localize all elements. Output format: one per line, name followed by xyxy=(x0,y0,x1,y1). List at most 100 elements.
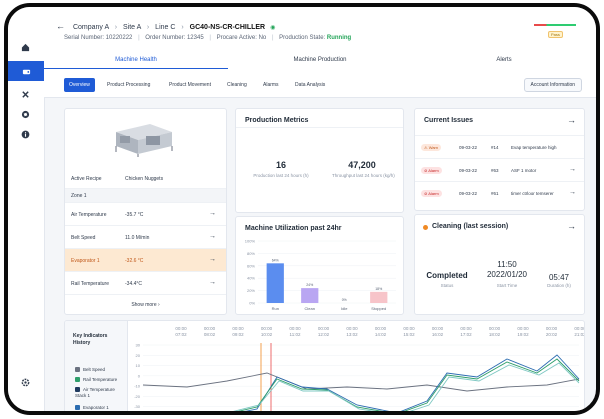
sensor-row[interactable]: Belt Speed 11.0 M/min → xyxy=(65,225,226,249)
sensor-label: Evaporator 1 xyxy=(71,258,100,264)
home-icon[interactable] xyxy=(18,40,32,54)
timestamp-label: 00:00 20:02 xyxy=(545,326,558,337)
back-arrow-icon[interactable]: ← xyxy=(56,21,65,31)
history-legend-panel: Key Indicators History Belt Speed Rail T… xyxy=(65,321,128,411)
breadcrumb-site[interactable]: Site A xyxy=(123,24,141,31)
production-hours-value: 16 xyxy=(275,160,286,170)
issue-row[interactable]: ⊘ Alarm 09-03-22 #61 timer ctrloor temse… xyxy=(415,181,584,205)
account-information-button[interactable]: Account Information xyxy=(523,78,582,92)
legend-swatch xyxy=(75,405,80,411)
breadcrumb-company[interactable]: Company A xyxy=(73,24,109,31)
arrow-right-icon[interactable]: → xyxy=(569,189,576,196)
cleaning-duration-label: Duration (h) xyxy=(547,283,571,288)
issue-row[interactable]: ⚠ Warn 09-03-22 #14 Evap temperature hig… xyxy=(415,135,584,159)
arrow-right-icon[interactable]: → xyxy=(209,256,216,263)
legend-item[interactable]: Evaporator 1 Temperature xyxy=(75,405,123,411)
subtab-data-analysis[interactable]: Data Analysis xyxy=(290,78,330,92)
subtab-overview[interactable]: Overview xyxy=(64,78,95,92)
issue-type: Alarm xyxy=(428,191,439,196)
y-tick-label: -10 xyxy=(134,384,141,389)
subtab-cleaning[interactable]: Cleaning xyxy=(222,78,252,92)
issue-row[interactable]: ⊘ Alarm 09-03-22 #63 ASF 1 motor → xyxy=(415,158,584,182)
issue-date: 09-03-22 xyxy=(459,145,478,150)
settings-icon[interactable] xyxy=(18,375,32,389)
bar-category-label: Clean xyxy=(305,306,315,311)
arrow-right-icon[interactable]: → xyxy=(209,279,216,286)
history-chart: 30 20 10 0 -10 -20 -30 -40 xyxy=(134,343,580,416)
tools-icon[interactable] xyxy=(18,87,32,101)
timestamp-label: 00:00 11:02 xyxy=(289,326,301,337)
sensor-value: -32.6 °C xyxy=(125,258,144,264)
cleaning-status: Completed xyxy=(426,271,468,280)
machine-image xyxy=(115,124,173,157)
y-tick-label: 30 xyxy=(136,343,141,348)
issue-text: ASF 1 motor xyxy=(511,168,537,173)
utilization-bar[interactable] xyxy=(370,291,388,303)
app-frame: ← Company A › Site A › Line C › GC40-NS-… xyxy=(4,3,600,415)
arrow-right-icon[interactable]: → xyxy=(569,166,576,173)
tab-machine-production[interactable]: Machine Production xyxy=(228,51,412,69)
issue-number: #63 xyxy=(491,168,499,173)
bar-category-label: Idle xyxy=(341,306,348,311)
legend-item[interactable]: Air Temperature Stack 1 xyxy=(75,387,123,399)
cleaning-card: Cleaning (last session) → Completed Stat… xyxy=(414,214,585,315)
tab-alerts[interactable]: Alerts xyxy=(412,51,596,69)
history-series-line[interactable] xyxy=(143,362,580,415)
issue-type: Warn xyxy=(428,145,439,150)
issue-number: #14 xyxy=(491,145,499,150)
utilization-bar[interactable] xyxy=(266,263,284,303)
y-tick-label: 80% xyxy=(247,251,255,256)
machine-meta: Serial Number: 10220222 | Order Number: … xyxy=(64,35,352,41)
throughput-label: Throughput last 24 hours (kg/h) xyxy=(332,173,395,178)
legend-item[interactable]: Belt Speed xyxy=(75,367,105,373)
globe-icon[interactable] xyxy=(18,107,32,121)
bar-value-label: 18% xyxy=(375,287,382,291)
y-tick-label: 0% xyxy=(249,301,255,306)
subtab-product-movement[interactable]: Product Movement xyxy=(164,78,216,92)
sensor-row[interactable]: Rail Temperature -34.4°C → xyxy=(65,271,226,295)
timestamp-label: 00:00 16:02 xyxy=(431,326,444,337)
chevron-right-icon: › xyxy=(158,302,160,308)
sidebar xyxy=(8,7,45,411)
issue-text: Evap temperature high xyxy=(511,145,557,150)
subtab-alarms[interactable]: Alarms xyxy=(258,78,284,92)
info-icon[interactable] xyxy=(18,127,32,141)
zone-label: Zone 1 xyxy=(71,193,87,199)
timestamp-label: 00:00 10:02 xyxy=(260,326,273,337)
timestamp-label: 00:00 13:02 xyxy=(346,326,358,337)
y-tick-label: 20 xyxy=(136,353,141,358)
procare-status: Procare Active: No xyxy=(216,35,267,41)
utilization-title: Machine Utilization past 24hr xyxy=(245,225,342,232)
sub-tabs: Overview Product Processing Product Move… xyxy=(44,69,596,98)
order-number: Order Number: 12345 xyxy=(145,35,204,41)
sensor-row[interactable]: Evaporator 1 -32.6 °C → xyxy=(65,248,226,272)
arrow-right-icon[interactable]: → xyxy=(567,221,576,231)
active-recipe-label: Active Recipe xyxy=(71,176,102,182)
arrow-right-icon[interactable]: → xyxy=(209,210,216,217)
y-tick-label: -30 xyxy=(134,404,141,409)
issue-type: Alarm xyxy=(428,168,439,173)
subtab-product-processing[interactable]: Product Processing xyxy=(102,78,155,92)
arrow-right-icon[interactable]: → xyxy=(567,115,576,125)
sensor-row[interactable]: Air Temperature -35.7 °C → xyxy=(65,202,226,226)
tab-machine-health[interactable]: Machine Health xyxy=(44,51,228,70)
main-tabs: Machine Health Machine Production Alerts xyxy=(44,51,596,70)
show-more-link[interactable]: Show more › xyxy=(65,302,226,308)
machine-icon[interactable] xyxy=(8,61,44,81)
production-metrics-title: Production Metrics xyxy=(245,117,309,124)
y-tick-label: 100% xyxy=(245,239,256,244)
sensor-value: -34.4°C xyxy=(125,281,143,287)
production-state-value: Running xyxy=(326,35,352,41)
serial-number: Serial Number: 10220222 xyxy=(64,35,133,41)
legend-item[interactable]: Rail Temperature xyxy=(75,377,117,383)
status-timeline: Pass xyxy=(534,22,576,38)
arrow-right-icon[interactable]: → xyxy=(209,233,216,240)
production-metrics-card: Production Metrics 16 Production last 24… xyxy=(235,108,404,213)
timestamp-label: 00:00 17:02 xyxy=(460,326,472,337)
y-tick-label: 60% xyxy=(247,263,255,268)
timestamp-label: 00:00 09:02 xyxy=(232,326,244,337)
utilization-bar[interactable] xyxy=(301,288,319,303)
breadcrumb-line[interactable]: Line C xyxy=(155,24,175,31)
y-tick-label: -40 xyxy=(134,415,141,416)
breadcrumb-separator-icon: › xyxy=(146,24,150,31)
